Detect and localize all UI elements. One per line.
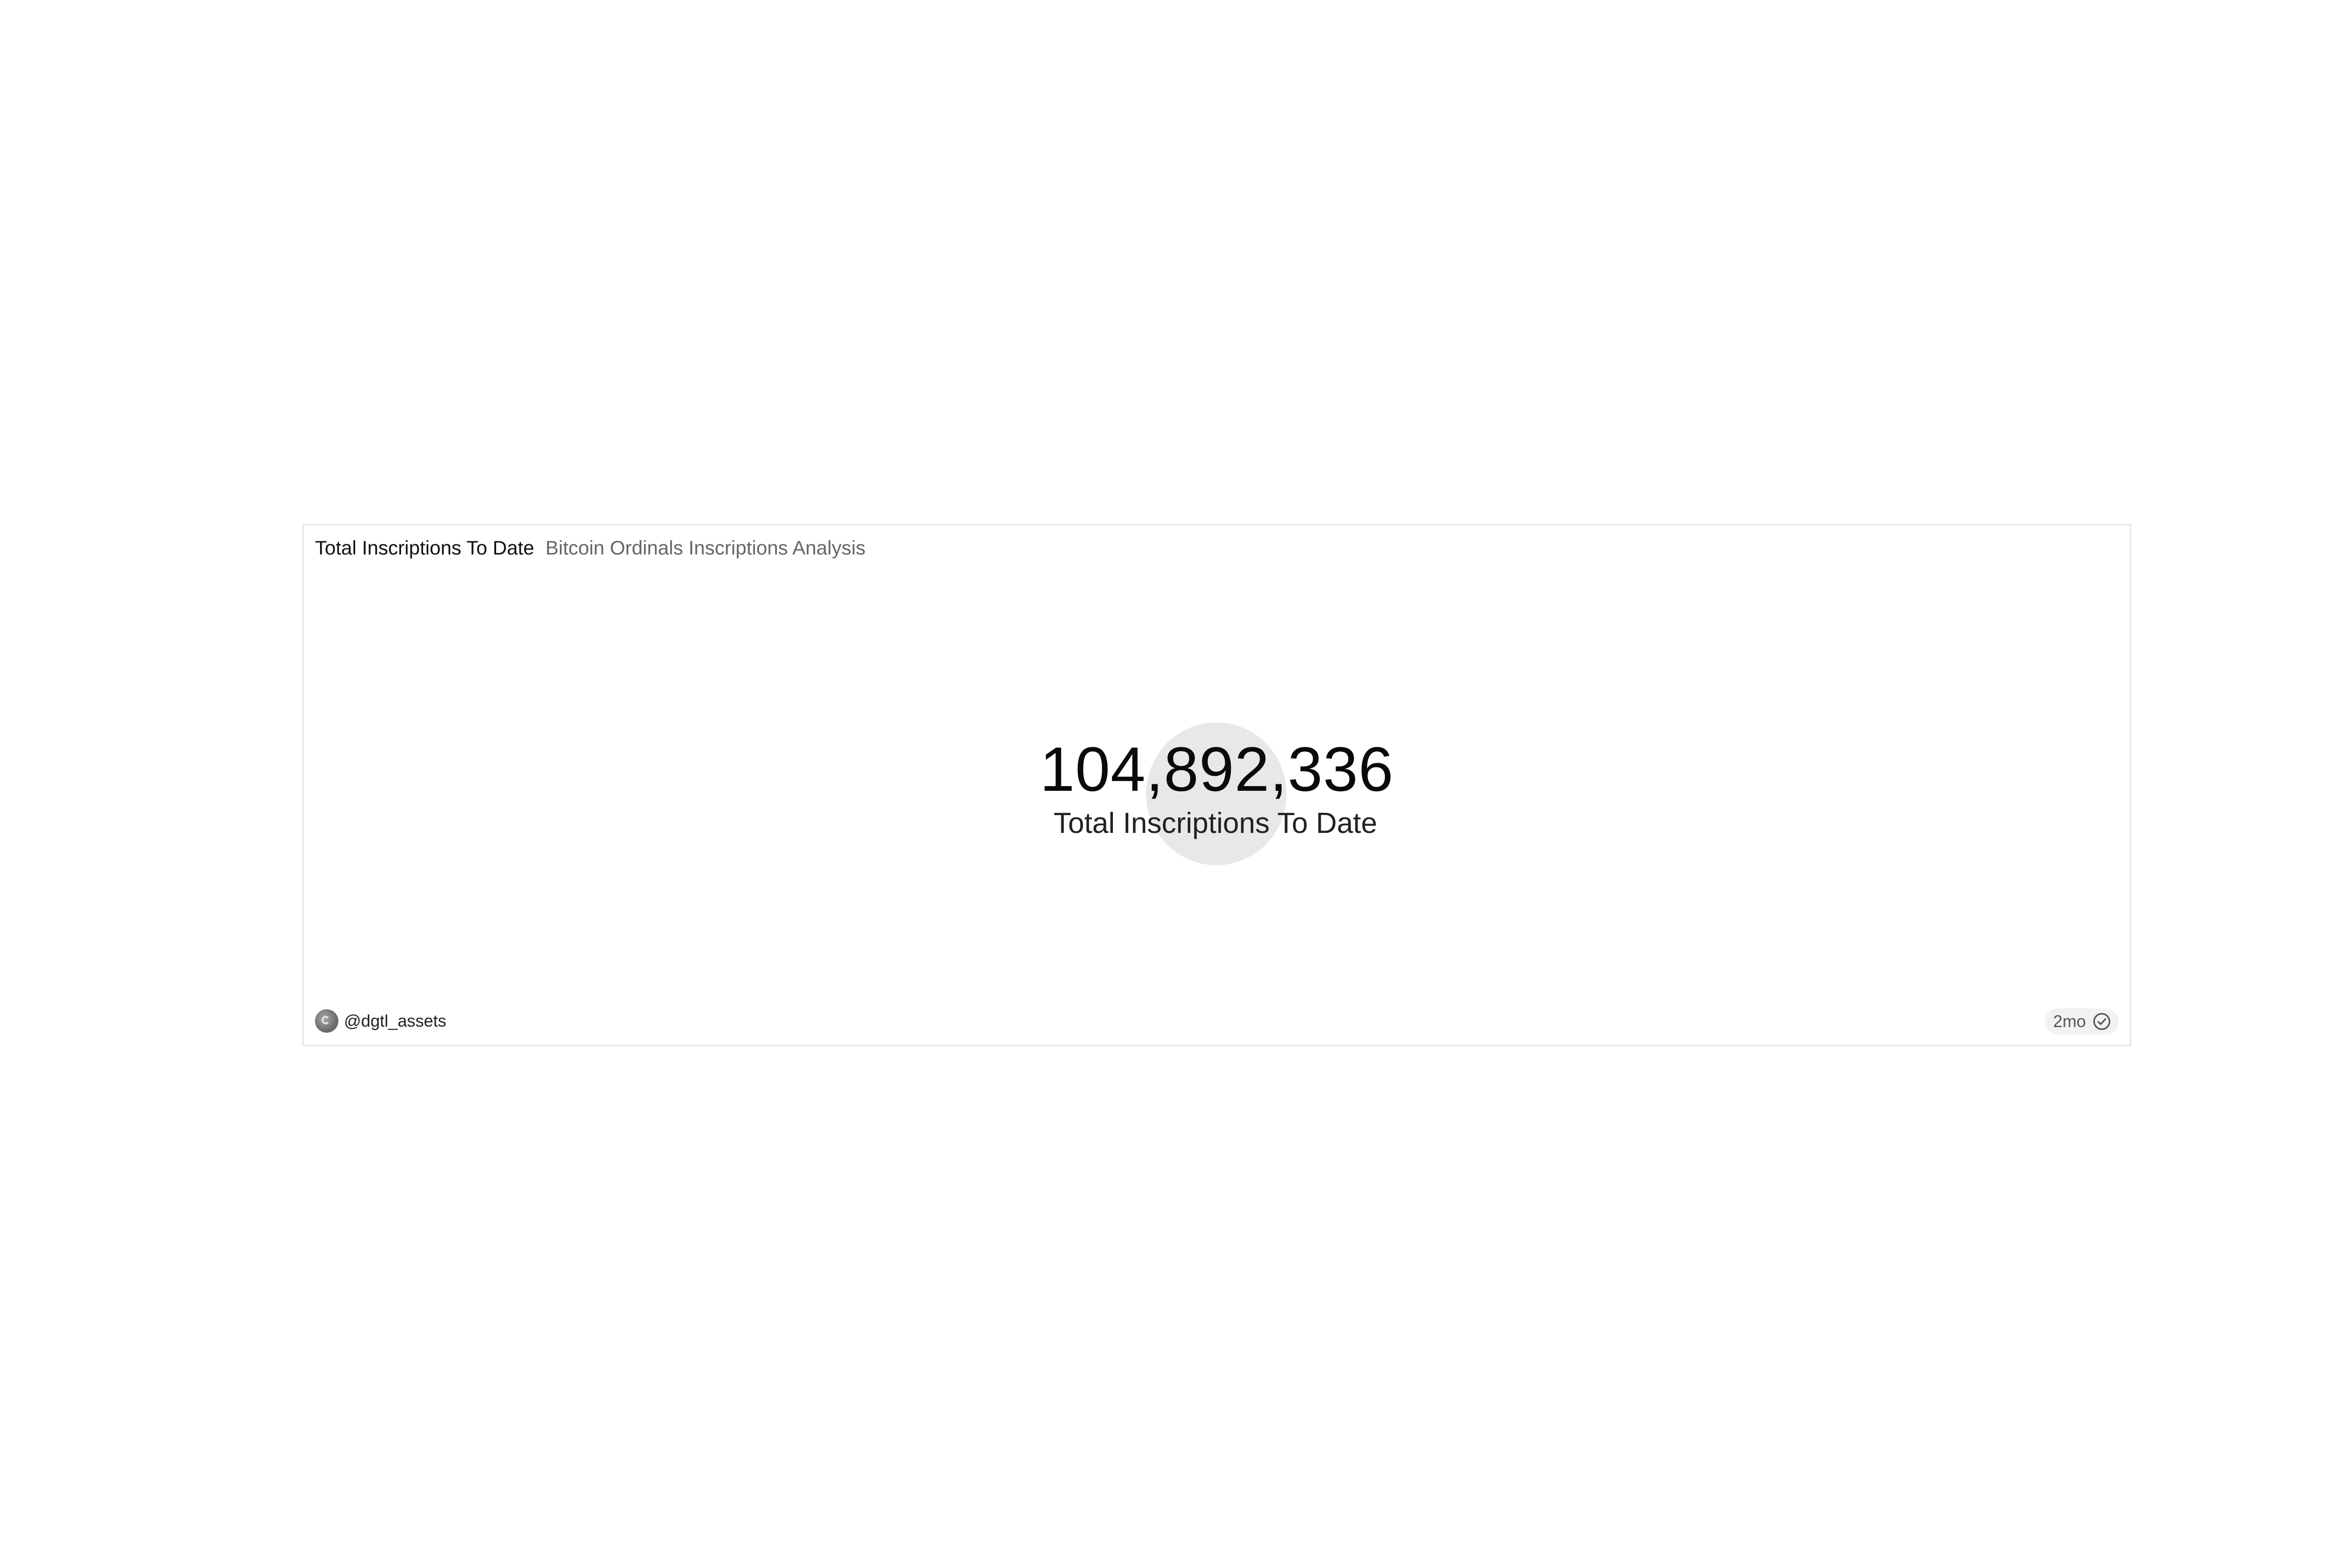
counter-widget-card: Total Inscriptions To Date Bitcoin Ordin… xyxy=(302,524,2131,1046)
check-circle-icon xyxy=(2093,1013,2111,1030)
author-link[interactable]: @dgtl_assets xyxy=(315,1009,446,1033)
query-age: 2mo xyxy=(2053,1012,2086,1031)
refresh-status-badge[interactable]: 2mo xyxy=(2044,1008,2119,1035)
counter-value: 104,892,336 xyxy=(1039,735,1394,804)
user-avatar-icon xyxy=(315,1009,338,1033)
counter-area: 104,892,336 Total Inscriptions To Date xyxy=(304,525,2130,1045)
counter-label: Total Inscriptions To Date xyxy=(1053,807,1377,839)
author-name: @dgtl_assets xyxy=(344,1011,446,1030)
